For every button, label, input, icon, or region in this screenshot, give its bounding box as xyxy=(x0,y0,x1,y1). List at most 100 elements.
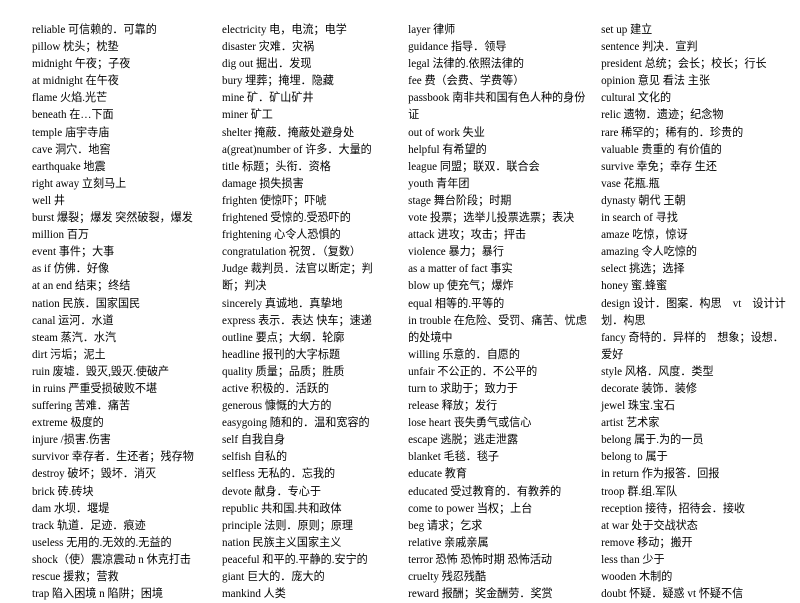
vocabulary-entry: express 表示．表达 快车；速递 xyxy=(222,314,372,327)
vocabulary-entry: blanket 毛毯．毯子 xyxy=(408,451,500,464)
vocabulary-column-4: set up 建立 sentence 判决．宣判 president 总统；会长；校… xyxy=(593,22,796,603)
vocabulary-column-2: electricity 电，电流；电学 disaster 灾难．灾祸 dig out… xyxy=(212,22,400,603)
vocabulary-column-1: reliable 可信赖的．可靠的 pillow 枕头；枕垫 midnight 午夜… xyxy=(4,22,212,603)
vocabulary-entry: turn to 求助于；致力于 xyxy=(408,382,518,395)
vocabulary-entry: republic 共和国.共和政体 xyxy=(222,502,342,515)
vocabulary-entry: nation 民族．国家国民 xyxy=(32,297,141,310)
vocabulary-entry: easygoing 随和的．温和宽容的 xyxy=(222,417,370,430)
vocabulary-entry: frightened 受惊的.受恐吓的 xyxy=(222,212,351,225)
vocabulary-entry: at midnight 在午夜 xyxy=(32,75,119,88)
vocabulary-entry: survive 幸免；幸存 生还 xyxy=(601,160,717,173)
vocabulary-entry: peaceful 和平的.平静的.安宁的 xyxy=(222,553,368,566)
vocabulary-entry: release 释放；发行 xyxy=(408,400,498,413)
vocabulary-entry: violence 暴力；暴行 xyxy=(408,246,504,259)
vocabulary-entry: beg 请求；乞求 xyxy=(408,519,483,532)
vocabulary-entry: pillow 枕头；枕垫 xyxy=(32,41,119,54)
vocabulary-entry: in trouble 在危险、受罚、痛苦、忧虑的处境中 xyxy=(408,314,587,344)
vocabulary-entry: destroy 破坏；毁坏．消灭 xyxy=(32,468,157,481)
vocabulary-entry: less than 少于 xyxy=(601,553,665,566)
vocabulary-entry: track 轨道．足迹．痕迹 xyxy=(32,519,146,532)
vocabulary-entry: at war 处于交战状态 xyxy=(601,519,698,532)
vocabulary-entry: jewel 珠宝.宝石 xyxy=(601,400,676,413)
vocabulary-entry: belong to 属于 xyxy=(601,451,668,464)
vocabulary-entry: selfish 自私的 xyxy=(222,451,288,464)
vocabulary-entry: million 百万 xyxy=(32,229,90,242)
vocabulary-entry: selfless 无私的．忘我的 xyxy=(222,468,336,481)
vocabulary-entry: in ruins 严重受损破败不堪 xyxy=(32,382,158,395)
vocabulary-entry: design 设计．图案．构思 vt 设计计划．构思 xyxy=(601,297,786,327)
vocabulary-entry: as a matter of fact 事实 xyxy=(408,263,513,276)
vocabulary-entry: relic 遗物．遗迹；纪念物 xyxy=(601,109,724,122)
vocabulary-entry: escape 逃脱；逃走泄露 xyxy=(408,434,519,447)
vocabulary-entry: dig out 掘出．发现 xyxy=(222,58,312,71)
vocabulary-entry: midnight 午夜；子夜 xyxy=(32,58,131,71)
vocabulary-entry: relative 亲戚亲属 xyxy=(408,536,489,549)
vocabulary-entry: come to power 当权；上台 xyxy=(408,502,533,515)
vocabulary-entry: decorate 装饰．装修 xyxy=(601,382,697,395)
vocabulary-entry: temple 庙宇寺庙 xyxy=(32,126,110,139)
vocabulary-entry: belong 属于.为的一员 xyxy=(601,434,704,447)
vocabulary-entry: fee 费（会费、学费等） xyxy=(408,75,525,88)
vocabulary-entry: select 挑选；选择 xyxy=(601,263,685,276)
vocabulary-entry: fancy 奇特的．异样的 想象；设想．爱好 xyxy=(601,331,784,361)
vocabulary-entry: artist 艺术家 xyxy=(601,417,660,430)
vocabulary-entry: extreme 极度的 xyxy=(32,417,104,430)
vocabulary-entry: stage 舞台阶段；时期 xyxy=(408,194,512,207)
vocabulary-entry: well 井 xyxy=(32,194,65,207)
vocabulary-entry: injure /损害.伤害 xyxy=(32,434,111,447)
vocabulary-entry: cruelty 残忍残酷 xyxy=(408,571,487,583)
vocabulary-entry: nation 民族主义国家主义 xyxy=(222,536,342,549)
vocabulary-entry: cave 洞穴．地窖 xyxy=(32,143,111,156)
vocabulary-entry: beneath 在…下面 xyxy=(32,109,114,122)
vocabulary-entry: remove 移动；搬开 xyxy=(601,536,693,549)
vocabulary-entry: miner 矿工 xyxy=(222,109,273,122)
vocabulary-entry: in return 作为报答．回报 xyxy=(601,468,720,481)
vocabulary-entry: doubt 怀疑．疑惑 vt 怀疑不信 xyxy=(601,588,744,601)
vocabulary-entry: quality 质量；品质；胜质 xyxy=(222,365,345,378)
vocabulary-entry: generous 慷慨的大方的 xyxy=(222,400,332,413)
vocabulary-entry: principle 法则．原则；原理 xyxy=(222,519,354,532)
vocabulary-entry: bury 埋葬；掩埋．隐藏 xyxy=(222,75,334,88)
vocabulary-entry: vote 投票；选举儿投票选票；表决 xyxy=(408,212,575,225)
vocabulary-entry: dynasty 朝代 王朝 xyxy=(601,194,686,207)
vocabulary-entry: cultural 文化的 xyxy=(601,92,672,105)
vocabulary-entry: trap 陷入困境 n 陷阱；困境 xyxy=(32,588,163,601)
vocabulary-entry: honey 蜜.蜂蜜 xyxy=(601,280,668,293)
vocabulary-entry: as if 仿佛．好像 xyxy=(32,263,110,276)
vocabulary-entry: frighten 使惊吓；吓唬 xyxy=(222,194,327,207)
vocabulary-entry: wooden 木制的 xyxy=(601,571,673,583)
vocabulary-entry: disaster 灾难．灾祸 xyxy=(222,41,315,54)
vocabulary-entry: survivor 幸存者．生还者；残存物 xyxy=(32,451,194,464)
vocabulary-entry: sentence 判决．宣判 xyxy=(601,41,698,54)
vocabulary-entry: shock（使）震凉震动 n 休克打击 xyxy=(32,553,192,566)
vocabulary-entry: rescue 援救；营救 xyxy=(32,571,119,583)
vocabulary-entry: reward 报酬；奖金酬劳．奖赏 xyxy=(408,588,553,601)
vocabulary-entry: mine 矿．矿山矿井 xyxy=(222,92,314,105)
vocabulary-entry: Judge 裁判员．法官以断定；判断；判决 xyxy=(222,263,373,293)
vocabulary-entry: steam 蒸汽．水汽 xyxy=(32,331,117,344)
vocabulary-entry: rare 稀罕的；稀有的．珍贵的 xyxy=(601,126,744,139)
vocabulary-entry: shelter 掩蔽．掩蔽处避身处 xyxy=(222,126,355,139)
vocabulary-entry: sincerely 真诚地．真挚地 xyxy=(222,297,343,310)
vocabulary-entry: set up 建立 xyxy=(601,24,653,36)
vocabulary-entry: opinion 意见 看法 主张 xyxy=(601,75,710,88)
vocabulary-entry: amazing 令人吃惊的 xyxy=(601,246,697,259)
vocabulary-entry: youth 青年团 xyxy=(408,177,470,190)
vocabulary-entry: at an end 结束；终结 xyxy=(32,280,131,293)
vocabulary-entry: title 标题；头衔．资格 xyxy=(222,160,331,173)
vocabulary-entry: reliable 可信赖的．可靠的 xyxy=(32,24,157,36)
vocabulary-entry: self 自我自身 xyxy=(222,434,286,447)
vocabulary-entry: electricity 电，电流；电学 xyxy=(222,24,347,36)
vocabulary-entry: devote 献身．专心于 xyxy=(222,485,321,498)
vocabulary-entry: mankind 人类 xyxy=(222,588,286,601)
vocabulary-entry: flame 火焰.光芒 xyxy=(32,92,108,105)
vocabulary-column-3: layer 律师 guidance 指导．领导 legal 法律的.依照法律的 fee… xyxy=(400,22,593,603)
vocabulary-entry: willing 乐意的．自愿的 xyxy=(408,348,520,361)
vocabulary-entry: style 风格．风度．类型 xyxy=(601,365,714,378)
vocabulary-entry: brick 砖.砖块 xyxy=(32,485,94,498)
vocabulary-entry: out of work 失业 xyxy=(408,126,485,139)
vocabulary-entry: president 总统；会长；校长；行长 xyxy=(601,58,767,71)
vocabulary-entry: headline 报刊的大字标题 xyxy=(222,348,341,361)
vocabulary-entry: useless 无用的.无效的.无益的 xyxy=(32,536,172,549)
vocabulary-entry: a(great)number of 许多．大量的 xyxy=(222,143,372,156)
